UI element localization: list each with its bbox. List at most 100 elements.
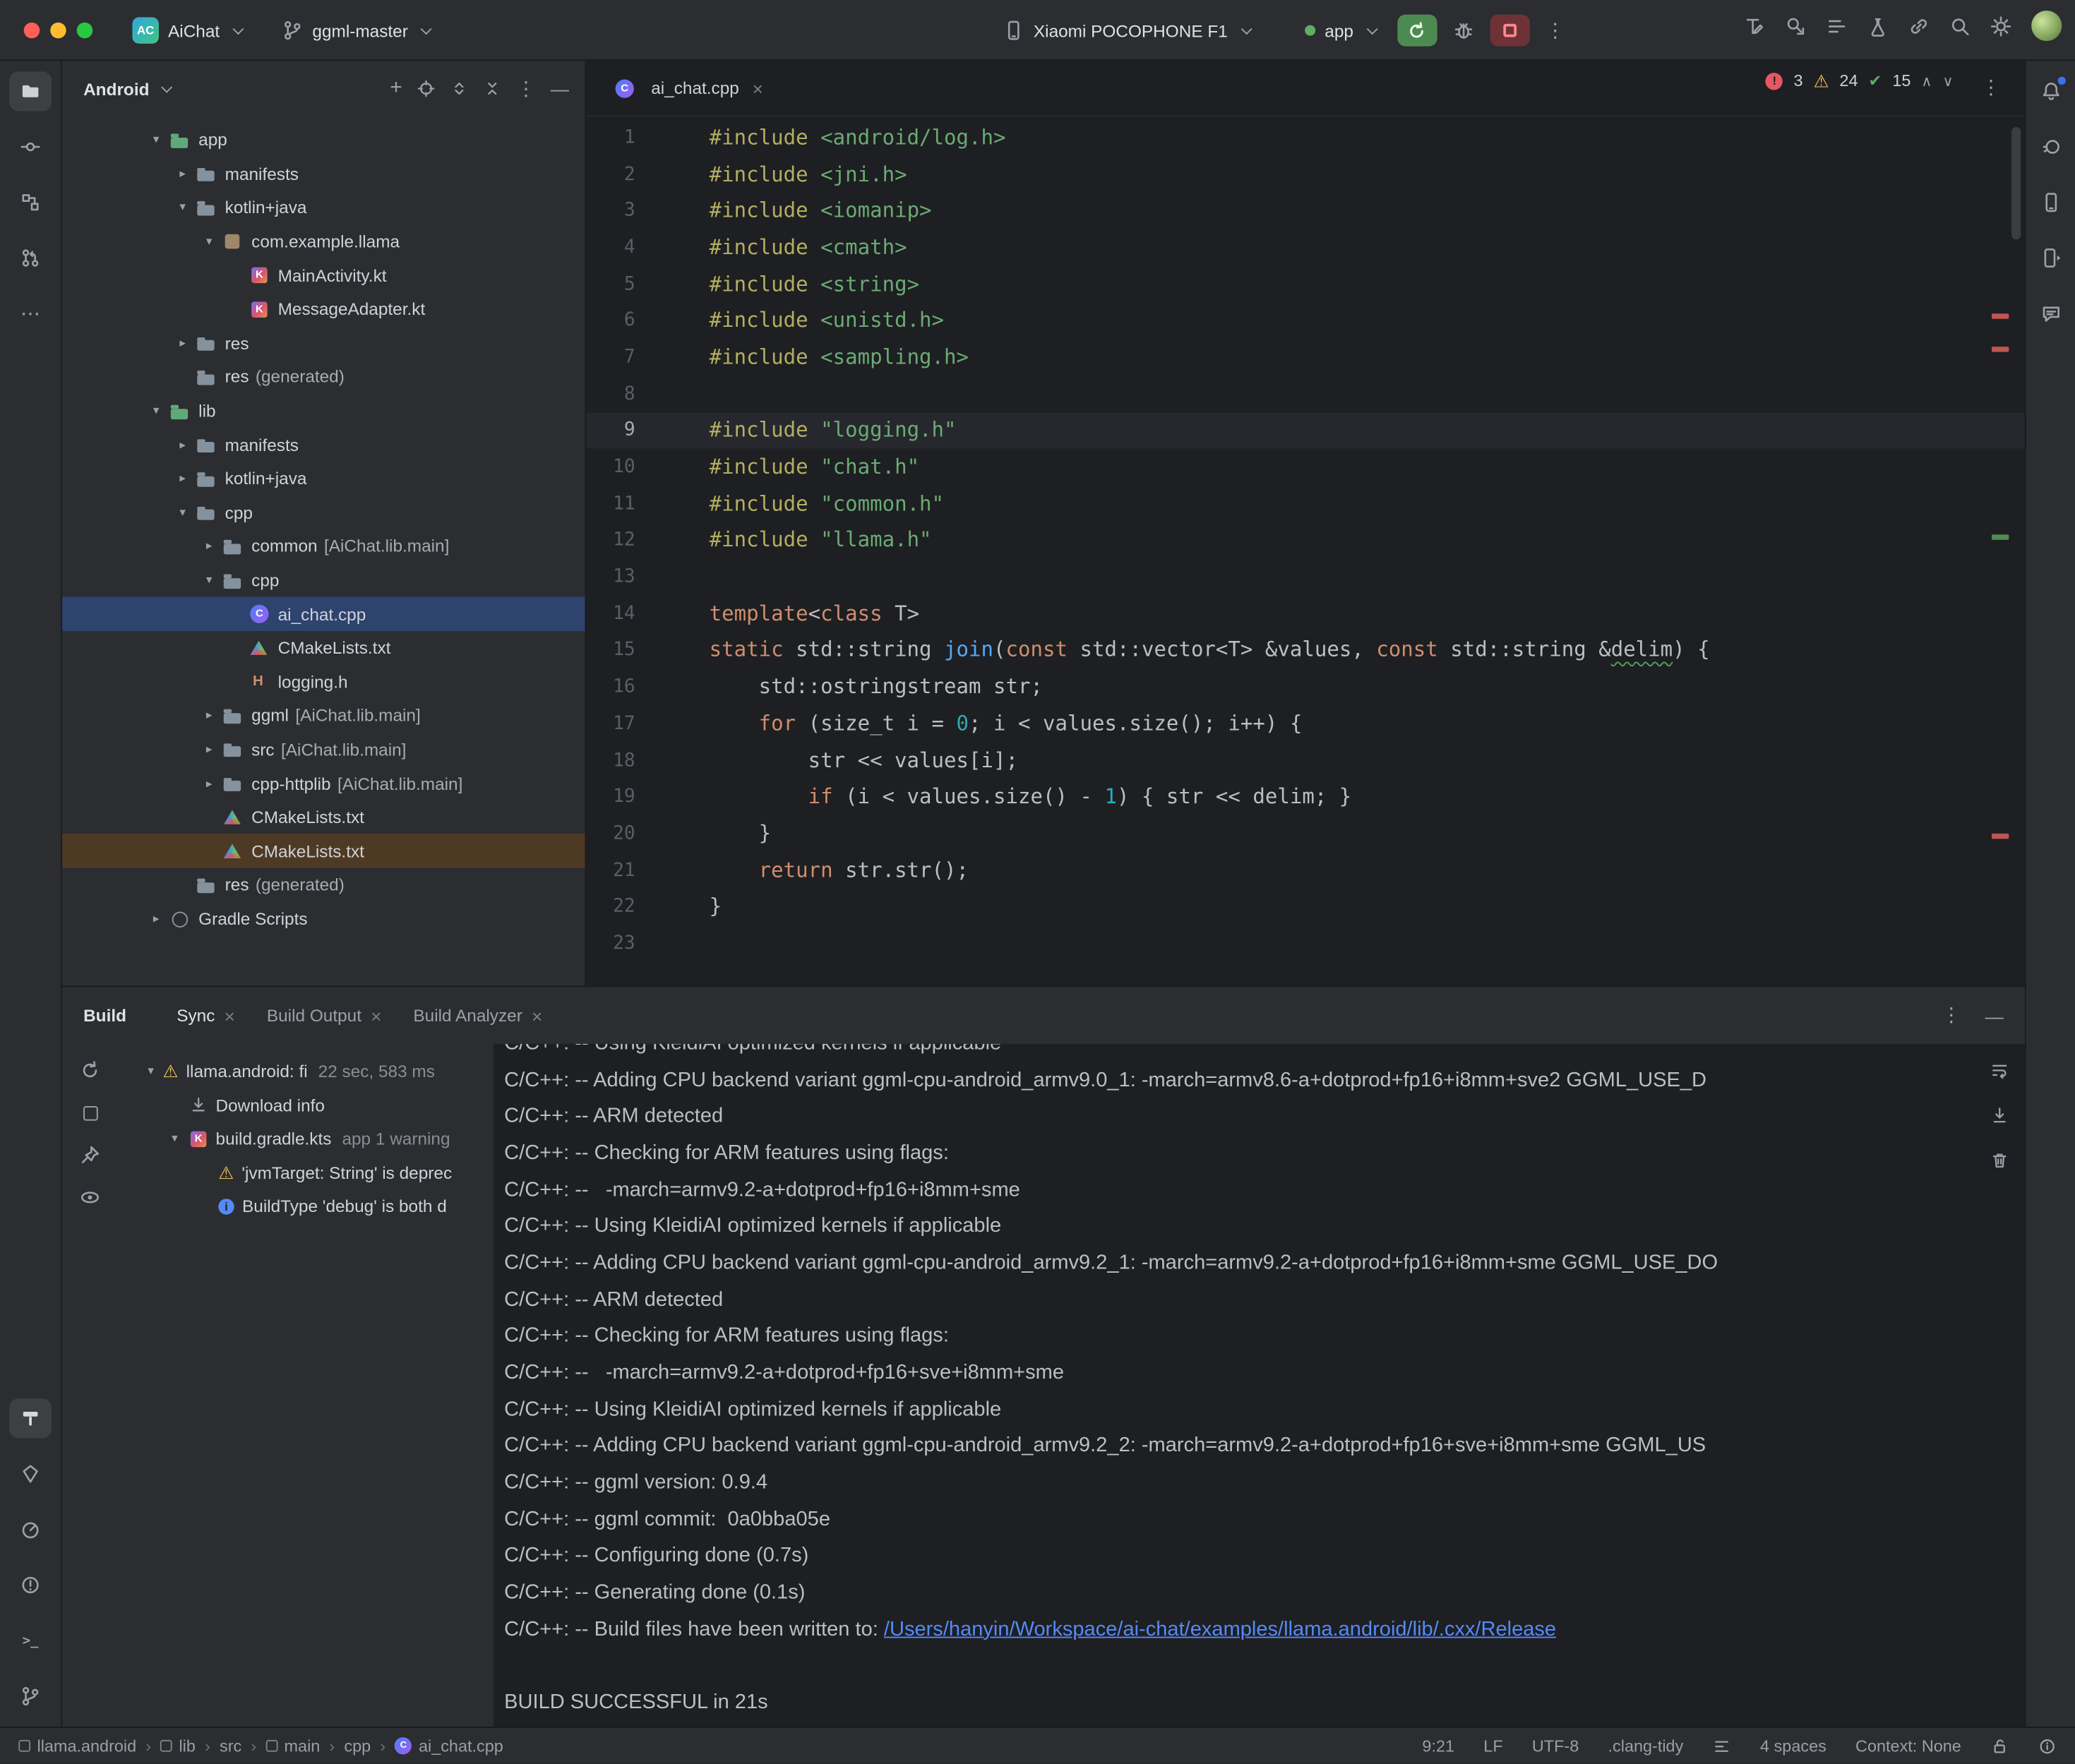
breadcrumb-item[interactable]: lib xyxy=(160,1736,196,1755)
breadcrumb-item[interactable]: cpp xyxy=(344,1736,371,1755)
line-separator[interactable]: LF xyxy=(1483,1736,1502,1755)
code-area[interactable]: 1#include <android/log.h>2#include <jni.… xyxy=(586,116,2024,985)
next-problem-icon[interactable]: ∨ xyxy=(1943,72,1954,89)
chevron-open-icon[interactable]: ▾ xyxy=(197,234,221,249)
device-manager-tool-button[interactable] xyxy=(2029,183,2071,222)
build-options-icon[interactable]: ⋮ xyxy=(1942,1006,1961,1026)
close-icon[interactable]: × xyxy=(532,1005,542,1026)
vcs-branch-selector[interactable]: ggml-master xyxy=(271,11,441,50)
tree-item-com-example-llama[interactable]: ▾com.example.llama xyxy=(62,224,585,258)
chevron-open-icon[interactable]: ▾ xyxy=(144,404,168,419)
tree-item-res[interactable]: res(generated) xyxy=(62,868,585,902)
more-actions-icon[interactable]: ⋮ xyxy=(1545,20,1565,40)
assistant-tool-button[interactable] xyxy=(2029,294,2071,333)
chevron-closed-icon[interactable]: ▸ xyxy=(144,911,168,926)
context-widget[interactable]: Context: None xyxy=(1855,1736,1961,1755)
tree-item-res[interactable]: res(generated) xyxy=(62,360,585,394)
previous-problem-icon[interactable]: ∧ xyxy=(1921,72,1932,89)
pull-requests-tool-button[interactable] xyxy=(9,238,52,277)
tree-item-cpp[interactable]: ▾cpp xyxy=(62,496,585,529)
chevron-open-icon[interactable]: ▾ xyxy=(163,1132,187,1146)
link-icon[interactable] xyxy=(1908,16,1930,37)
chevron-closed-icon[interactable]: ▸ xyxy=(197,539,221,554)
tree-item-lib[interactable]: ▾lib xyxy=(62,394,585,428)
breadcrumb-item[interactable]: Cai_chat.cpp xyxy=(395,1736,503,1755)
panel-options-icon[interactable]: ⋮ xyxy=(516,79,536,99)
error-stripe-mark[interactable] xyxy=(1992,834,2009,839)
pin-tab-button[interactable] xyxy=(74,1139,106,1171)
notifications-tool-button[interactable] xyxy=(2029,71,2071,111)
running-devices-tool-button[interactable] xyxy=(2029,238,2071,277)
chevron-open-icon[interactable]: ▾ xyxy=(144,133,168,148)
project-view-selector[interactable]: Android xyxy=(83,79,149,99)
info-icon[interactable] xyxy=(2038,1736,2057,1755)
tree-item-gradle-scripts[interactable]: ▸Gradle Scripts xyxy=(62,902,585,936)
close-window-button[interactable] xyxy=(24,23,40,38)
inspections-widget[interactable]: 3 ⚠24 ✔15 ∧ ∨ xyxy=(1766,71,1953,90)
vcs-stripe-mark[interactable] xyxy=(1992,534,2009,539)
soft-wrap-button[interactable] xyxy=(1984,1055,2016,1086)
rerun-sync-button[interactable] xyxy=(74,1055,106,1086)
chevron-closed-icon[interactable]: ▸ xyxy=(197,743,221,757)
tree-item-cmakelists-txt[interactable]: CMakeLists.txt xyxy=(62,631,585,665)
test-flask-icon[interactable] xyxy=(1867,16,1889,37)
console-file-link[interactable]: /Users/hanyin/Workspace/ai-chat/examples… xyxy=(884,1618,1556,1642)
chevron-closed-icon[interactable]: ▸ xyxy=(171,438,195,452)
gradle-tool-button[interactable] xyxy=(2029,127,2071,167)
chevron-closed-icon[interactable]: ▸ xyxy=(197,709,221,724)
stop-button[interactable] xyxy=(1490,15,1529,47)
tab-build-output[interactable]: Build Output× xyxy=(251,987,397,1044)
code-style-icon[interactable] xyxy=(1713,1736,1731,1755)
scroll-to-end-button[interactable] xyxy=(1984,1100,2016,1132)
zoom-window-button[interactable] xyxy=(77,23,92,38)
chevron-open-icon[interactable]: ▾ xyxy=(171,200,195,215)
hide-panel-icon[interactable]: — xyxy=(551,78,569,100)
debug-icon[interactable] xyxy=(1453,20,1474,41)
profile-avatar[interactable] xyxy=(2031,11,2062,41)
error-stripe-mark[interactable] xyxy=(1992,347,2009,352)
tree-item-cmakelists-txt[interactable]: CMakeLists.txt xyxy=(62,800,585,834)
tree-item-res[interactable]: ▸res xyxy=(62,326,585,360)
rename-refactor-icon[interactable] xyxy=(1744,16,1765,37)
preview-button[interactable] xyxy=(74,1182,106,1213)
search-icon[interactable] xyxy=(1949,16,1971,37)
tree-item-mainactivity-kt[interactable]: MainActivity.kt xyxy=(62,258,585,292)
tree-item-src[interactable]: ▸src[AiChat.lib.main] xyxy=(62,733,585,767)
clear-console-button[interactable] xyxy=(1984,1144,2016,1176)
chevron-closed-icon[interactable]: ▸ xyxy=(197,776,221,791)
run-configuration-selector[interactable]: app xyxy=(1300,11,1382,50)
settings-gear-icon[interactable] xyxy=(1990,16,2011,37)
build-root-node[interactable]: ▾ ⚠ llama.android: fi 22 sec, 583 ms xyxy=(118,1055,494,1088)
chevron-open-icon[interactable]: ▾ xyxy=(171,505,195,520)
tab-sync[interactable]: Sync× xyxy=(161,987,251,1044)
lock-icon[interactable] xyxy=(1990,1736,2009,1755)
build-console[interactable]: C/C++: -- Using KleidiAI optimized kerne… xyxy=(494,1044,1974,1727)
chevron-closed-icon[interactable]: ▸ xyxy=(171,472,195,486)
breadcrumb-item[interactable]: main xyxy=(265,1736,320,1755)
indent-widget[interactable]: 4 spaces xyxy=(1760,1736,1826,1755)
add-icon[interactable]: + xyxy=(390,78,402,100)
run-button[interactable] xyxy=(1397,15,1437,47)
clang-tidy-widget[interactable]: .clang-tidy xyxy=(1608,1736,1684,1755)
editor-tab-ai-chat-cpp[interactable]: ai_chat.cpp × xyxy=(597,60,779,116)
project-selector[interactable]: AC AiChat xyxy=(121,11,253,50)
profiler-tool-button[interactable] xyxy=(9,1510,52,1549)
version-control-tool-button[interactable] xyxy=(9,1676,52,1716)
tree-item-kotlin-java[interactable]: ▸kotlin+java xyxy=(62,462,585,496)
chevron-closed-icon[interactable]: ▸ xyxy=(171,167,195,181)
tree-item-cpp[interactable]: ▾cpp xyxy=(62,563,585,597)
task-list-icon[interactable] xyxy=(1826,16,1848,37)
terminal-tool-button[interactable]: >_ xyxy=(9,1621,52,1660)
problems-tool-button[interactable] xyxy=(9,1565,52,1604)
project-tool-button[interactable] xyxy=(9,71,52,111)
minimize-window-button[interactable] xyxy=(50,23,66,38)
breadcrumb-item[interactable]: src xyxy=(220,1736,241,1755)
tree-item-common[interactable]: ▸common[AiChat.lib.main] xyxy=(62,529,585,563)
tab-build-analyzer[interactable]: Build Analyzer× xyxy=(397,987,558,1044)
tree-item-app[interactable]: ▾app xyxy=(62,123,585,157)
info-node[interactable]: BuildType 'debug' is both d xyxy=(118,1189,494,1223)
locate-file-icon[interactable] xyxy=(417,79,435,97)
search-replace-icon[interactable] xyxy=(1786,16,1807,37)
editor-options-icon[interactable]: ⋮ xyxy=(1981,78,2001,98)
commit-tool-button[interactable] xyxy=(9,127,52,167)
